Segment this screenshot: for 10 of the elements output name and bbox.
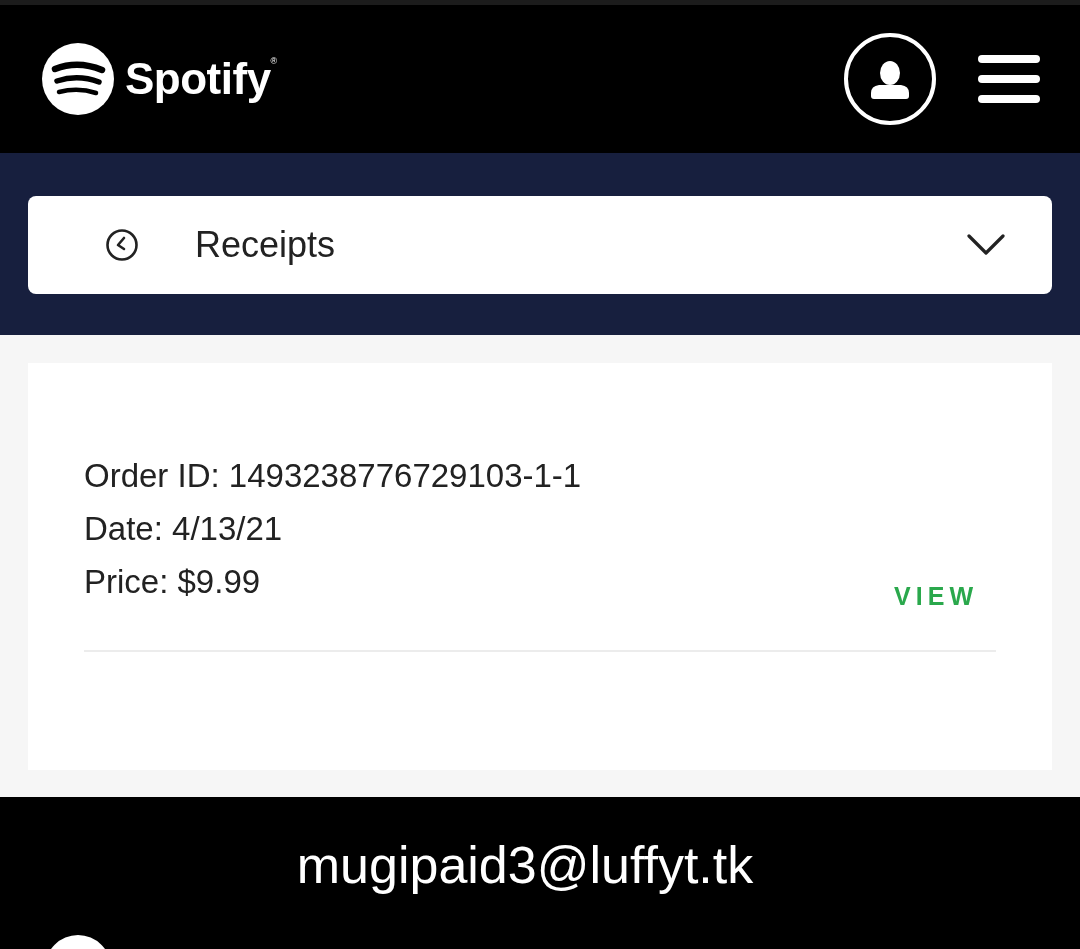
email-text: mugipaid3@luffyt.tk <box>296 835 754 896</box>
menu-icon[interactable] <box>978 55 1040 103</box>
logo-wordmark: Spotify$^{®}$ <box>125 57 277 101</box>
section-dropdown[interactable]: Receipts <box>28 196 1052 294</box>
order-id-text: Order ID: 1493238776729103-1-1 <box>84 456 582 496</box>
price-text: Price: $9.99 <box>84 562 261 602</box>
user-icon[interactable] <box>844 33 936 125</box>
chevron-circle-icon <box>106 229 138 261</box>
logo-icon <box>42 43 114 115</box>
date-text: Date: 4/13/21 <box>84 509 283 549</box>
